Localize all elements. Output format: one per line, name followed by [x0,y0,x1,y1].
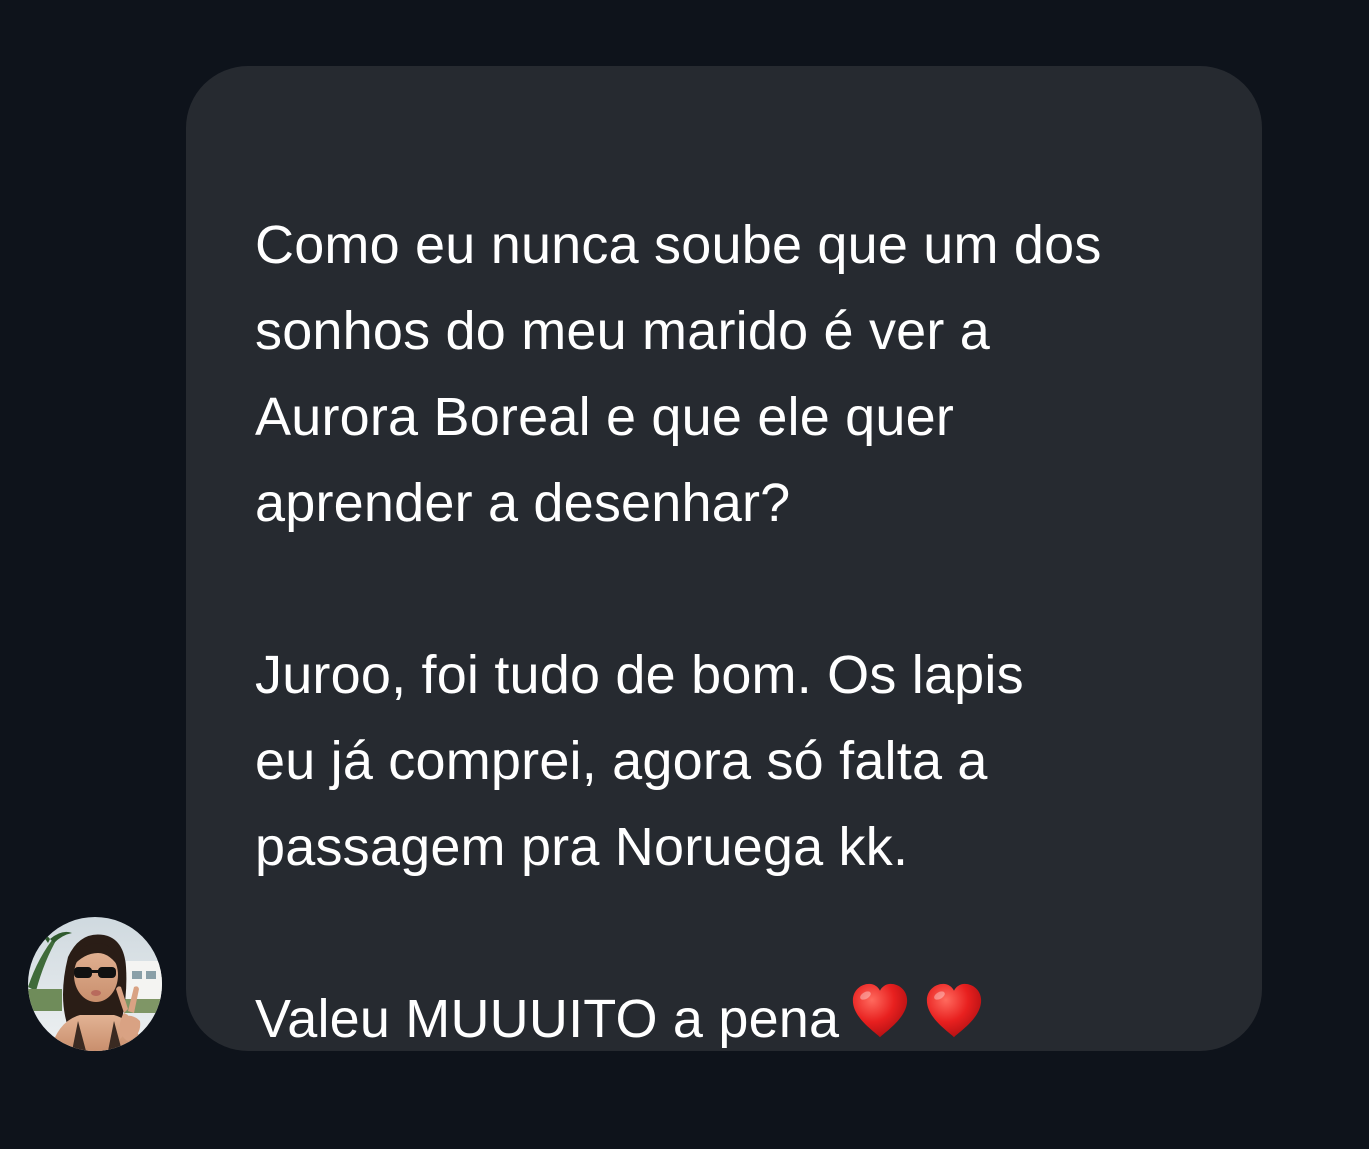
red-heart-icon [853,983,908,1038]
message-line: sonhos do meu marido é ver a [255,301,990,361]
message-line: passagem pra Noruega kk. [255,817,909,877]
message-line: Juroo, foi tudo de bom. Os lapis [255,645,1024,705]
message-paragraph-1: Como eu nunca soube que um dos sonhos do… [255,202,1222,546]
red-heart-icon [927,983,982,1038]
message-line: Aurora Boreal e que ele quer [255,387,955,447]
message-bubble[interactable]: Como eu nunca soube que um dos sonhos do… [186,66,1262,1051]
message-line: eu já comprei, agora só falta a [255,731,988,791]
message-line-with-emoji: Valeu MUUUITO a pena [255,976,1222,1062]
profile-photo [28,917,162,1051]
message-line: Valeu MUUUITO a pena [255,989,840,1049]
message-paragraph-2: Juroo, foi tudo de bom. Os lapis eu já c… [255,632,1222,890]
message-line: Como eu nunca soube que um dos [255,215,1102,275]
message-line: aprender a desenhar? [255,473,791,533]
message-paragraph-3: Valeu MUUUITO a pena [255,976,1222,1062]
avatar[interactable] [28,917,162,1051]
